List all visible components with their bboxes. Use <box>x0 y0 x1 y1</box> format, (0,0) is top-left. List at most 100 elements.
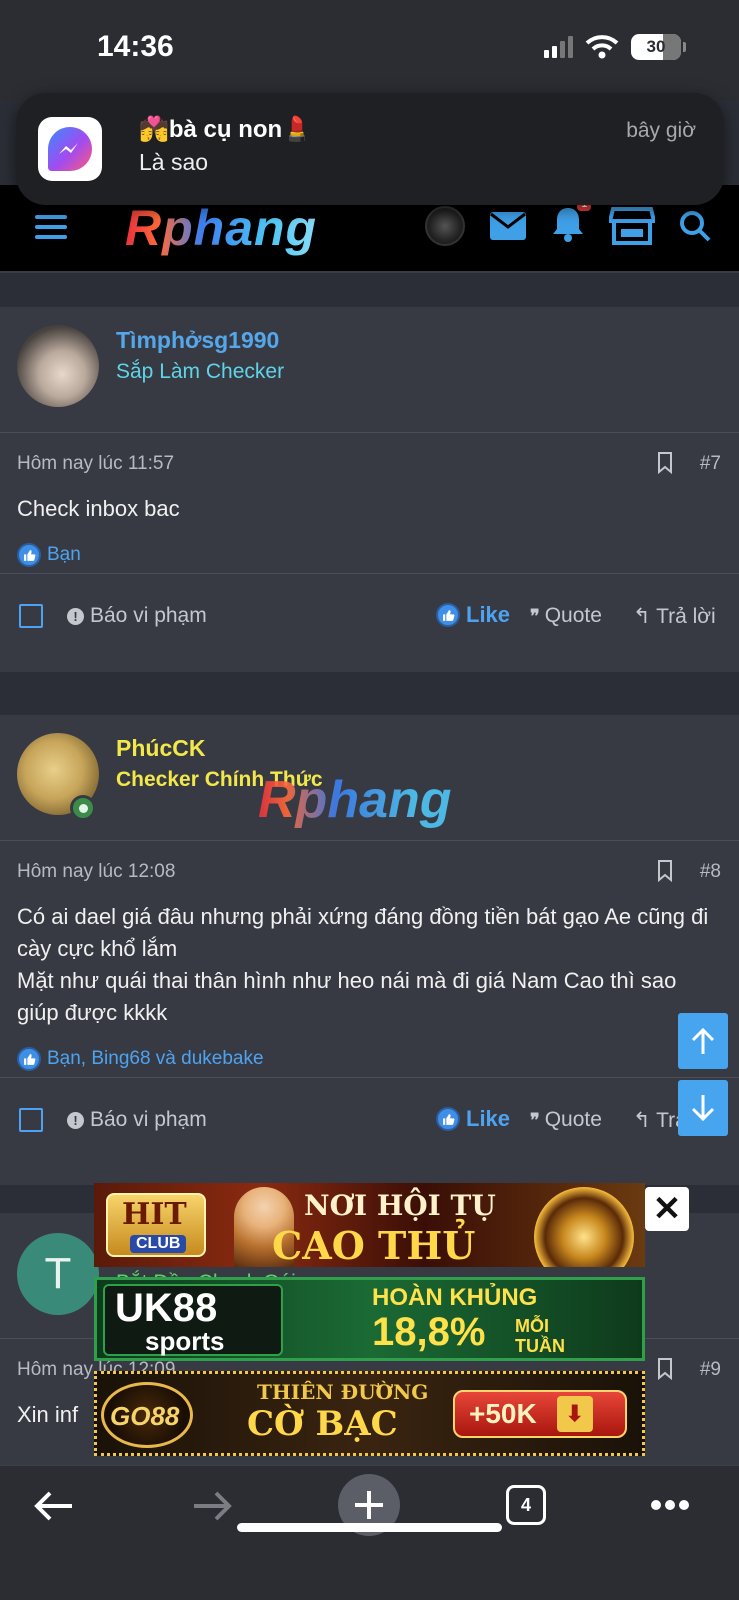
battery-icon: 30 <box>631 34 686 60</box>
thumbs-up-icon <box>17 1047 41 1071</box>
scroll-bottom-button[interactable] <box>678 1080 728 1136</box>
warning-icon: ! <box>67 1111 84 1129</box>
username[interactable]: Tìmphởsg1990 <box>116 327 279 354</box>
ad-brand-top: GO88 <box>110 1401 180 1431</box>
reply-icon: ↰ <box>633 1109 657 1132</box>
close-icon: ✕ <box>652 1190 682 1228</box>
post-number[interactable]: #8 <box>700 861 721 883</box>
download-icon: ⬇ <box>556 1396 593 1432</box>
report-button[interactable]: ! Báo vi phạm <box>67 1108 207 1132</box>
quote-button[interactable]: ❞ Quote <box>530 604 602 628</box>
user-rank: Sắp Làm Checker <box>116 360 285 383</box>
ad-headline-1: THIÊN ĐƯỜNG <box>257 1380 429 1404</box>
avatar[interactable]: T <box>17 1233 99 1315</box>
close-ad-button[interactable]: ✕ <box>645 1187 689 1231</box>
ad-brand-bottom: CLUB <box>130 1235 187 1253</box>
mail-icon[interactable] <box>489 211 527 241</box>
select-checkbox[interactable] <box>19 1108 43 1132</box>
reaction-users[interactable]: Bạn <box>47 544 81 566</box>
avatar-letter: T <box>44 1249 72 1298</box>
scroll-top-button[interactable] <box>678 1013 728 1069</box>
ad-headline-2: CỜ BẠC <box>247 1404 398 1444</box>
ad-cta-button[interactable]: +50K ⬇ <box>453 1390 627 1438</box>
post-text-line: Check inbox bac <box>17 496 180 521</box>
search-icon[interactable] <box>679 210 711 242</box>
post-actions: !Báo vi phạm Like ❞ Quote ↰ Trả lời <box>0 1077 739 1163</box>
ad-headline-2: CAO THỦ <box>272 1223 476 1267</box>
thumbs-up-icon <box>436 603 460 627</box>
notification-title: 💏bà cụ non💄 <box>139 116 313 143</box>
header-icons: 1 <box>425 197 711 247</box>
bookmark-icon[interactable] <box>657 1358 673 1380</box>
tabs-button[interactable]: 4 <box>506 1485 546 1525</box>
messenger-icon <box>38 117 102 181</box>
bookmark-icon[interactable] <box>657 452 673 474</box>
reply-label: Trả lời <box>656 605 716 628</box>
post-number[interactable]: #9 <box>700 1359 721 1381</box>
post-body: Có ai dael giá đâu nhưng phải xứng đáng … <box>0 901 739 1029</box>
post-reactions[interactable]: Bạn <box>0 525 739 573</box>
plus-icon <box>355 1491 383 1519</box>
like-button[interactable]: Like <box>436 602 510 628</box>
ad-banner-go88[interactable]: GO88 THIÊN ĐƯỜNG CỜ BẠC +50K ⬇ <box>94 1371 645 1456</box>
quote-button[interactable]: ❞ Quote <box>530 1108 602 1132</box>
bookmark-icon[interactable] <box>657 860 673 882</box>
like-button[interactable]: Like <box>436 1106 510 1132</box>
avatar[interactable] <box>425 206 465 246</box>
back-icon[interactable] <box>34 1490 74 1522</box>
status-time: 14:36 <box>97 30 174 63</box>
post-reactions[interactable]: Bạn, Bing68 và dukebake <box>0 1029 739 1077</box>
quote-label: Quote <box>544 604 602 627</box>
push-notification[interactable]: 💏bà cụ non💄 Là sao bây giờ <box>16 93 724 205</box>
reply-icon: ↰ <box>633 605 657 628</box>
ad-headline-1: HOÀN KHỦNG <box>372 1284 538 1311</box>
thumbs-up-icon <box>17 543 41 567</box>
wifi-icon <box>585 35 619 59</box>
ad-brand-logo: UK88 sports <box>103 1284 283 1356</box>
ad-brand-top: UK88 <box>115 1286 218 1330</box>
post-number[interactable]: #7 <box>700 453 721 475</box>
quote-icon: ❞ <box>530 1110 545 1130</box>
quote-icon: ❞ <box>530 606 545 626</box>
arrow-down-icon <box>691 1095 715 1122</box>
ad-brand-logo: HIT CLUB <box>106 1193 206 1257</box>
notifications-button[interactable]: 1 <box>551 197 591 247</box>
post-actions: !Báo vi phạm Like ❞ Quote ↰ Trả lời <box>0 573 739 659</box>
reaction-users[interactable]: Bạn, Bing68 và dukebake <box>47 1048 264 1070</box>
post-date[interactable]: Hôm nay lúc 11:57 <box>17 453 174 475</box>
status-bar: 14:36 30 <box>0 0 739 100</box>
ad-cta-label: +50K <box>469 1398 537 1429</box>
menu-icon[interactable] <box>35 215 67 245</box>
ad-banner-hitclub[interactable]: HIT CLUB NƠI HỘI TỤ CAO THỦ <box>94 1183 645 1267</box>
post-body: Check inbox bac <box>0 493 739 525</box>
site-logo[interactable]: Rphang <box>125 199 317 257</box>
ad-brand-logo: GO88 <box>101 1382 193 1448</box>
ad-headline-1: NƠI HỘI TỤ <box>304 1189 496 1222</box>
report-label: Báo vi phạm <box>90 1108 207 1131</box>
signal-icon <box>544 36 573 58</box>
more-icon[interactable] <box>650 1499 690 1511</box>
ad-banner-uk88[interactable]: UK88 sports HOÀN KHỦNG 18,8% MỖI TUẦN <box>94 1277 645 1361</box>
quote-label: Quote <box>544 1108 602 1131</box>
ad-headline-3: MỖI <box>515 1316 549 1336</box>
ad-brand-bottom: sports <box>145 1326 225 1356</box>
tab-count: 4 <box>520 1494 531 1515</box>
forward-icon <box>194 1491 232 1521</box>
ad-headline-4: TUẦN <box>515 1336 565 1356</box>
ad-roulette-icon <box>534 1187 634 1267</box>
select-checkbox[interactable] <box>19 604 43 628</box>
home-indicator <box>237 1523 502 1532</box>
reply-button[interactable]: ↰ Trả lời <box>633 604 716 629</box>
avatar[interactable] <box>17 325 99 407</box>
post-text-line: Có ai dael giá đâu nhưng phải xứng đáng … <box>17 904 709 961</box>
post-date[interactable]: Hôm nay lúc 12:08 <box>17 861 175 883</box>
notification-time: bây giờ <box>626 119 696 142</box>
screen: Tìmphởsg1990 Sắp Làm Checker Hôm nay lúc… <box>0 0 739 1600</box>
warning-icon: ! <box>67 607 84 625</box>
post-text-line: Mặt như quái thai thân hình như heo nái … <box>17 968 677 1025</box>
username[interactable]: PhúcCK <box>116 735 205 762</box>
online-indicator <box>70 795 96 821</box>
report-button[interactable]: ! Báo vi phạm <box>67 604 207 628</box>
thumbs-up-icon <box>436 1107 460 1131</box>
store-icon[interactable] <box>609 205 655 247</box>
